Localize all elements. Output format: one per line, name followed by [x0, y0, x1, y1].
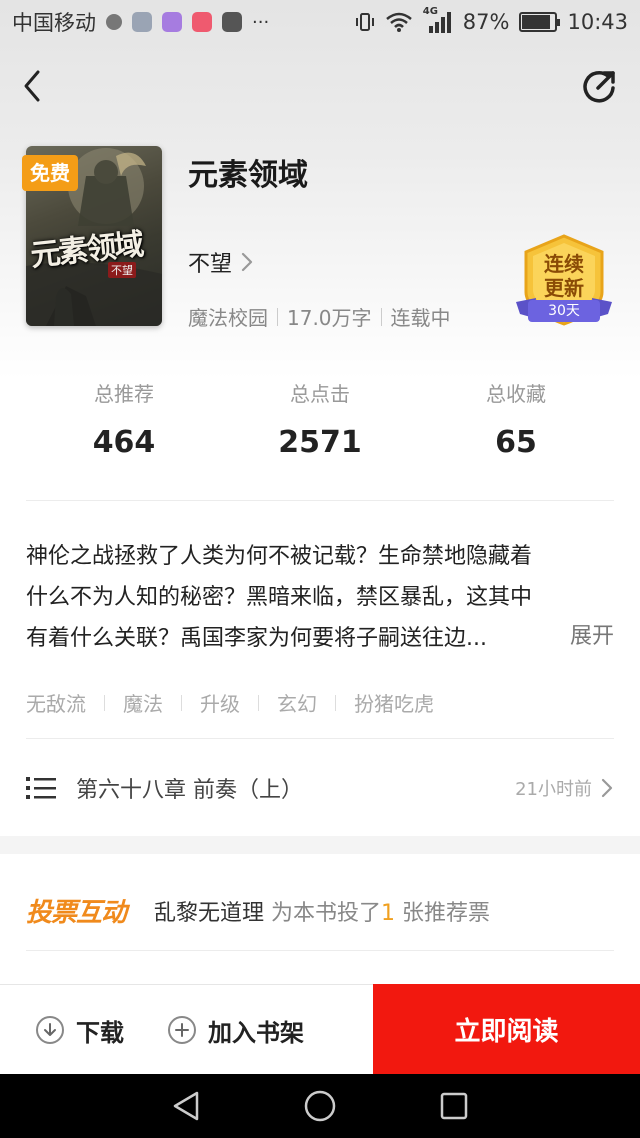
- serial-status: 连载中: [390, 306, 451, 330]
- read-now-button[interactable]: 立即阅读: [373, 984, 640, 1074]
- stats-row: 总推荐 464 总点击 2571 总收藏 65: [26, 378, 614, 460]
- stat-clicks: 总点击 2571: [222, 378, 418, 460]
- vote-logo: 投票互动: [26, 898, 127, 928]
- badge-days: 30天: [548, 303, 580, 319]
- stat-value: 464: [92, 425, 156, 460]
- free-badge: 免费: [22, 155, 78, 191]
- author-link[interactable]: 不望: [188, 246, 254, 278]
- nav-recents-icon[interactable]: [439, 1091, 469, 1121]
- expand-button[interactable]: 展开: [559, 618, 614, 650]
- section-divider: [26, 950, 614, 951]
- stat-value: 2571: [278, 425, 362, 460]
- chevron-left-icon: [24, 70, 40, 102]
- weibo-icon: [192, 12, 212, 32]
- battery-percent: 87%: [462, 10, 510, 34]
- chevron-right-icon: [241, 252, 253, 272]
- vote-interaction-row[interactable]: 投票互动 乱黎无道理 为本书投了1 张推荐票: [26, 892, 490, 929]
- back-button[interactable]: [18, 66, 50, 106]
- tag-item[interactable]: 无敌流: [26, 688, 86, 717]
- tag-divider: [181, 694, 182, 711]
- tag-item[interactable]: 玄幻: [277, 688, 317, 717]
- nav-home-icon[interactable]: [303, 1089, 337, 1123]
- notification-icon: [106, 14, 122, 30]
- synopsis-line: 神伦之战拯救了人类为何不被记载？生命禁地隐藏着: [26, 544, 533, 569]
- book-meta: 魔法校园 17.0万字 连载中: [188, 302, 451, 331]
- stat-label: 总收藏: [486, 382, 546, 406]
- nav-back-icon[interactable]: [171, 1090, 201, 1122]
- clock: 10:43: [567, 10, 628, 34]
- tag-divider: [335, 694, 336, 711]
- meta-divider: [277, 307, 278, 326]
- download-icon: [36, 1016, 64, 1044]
- stat-label: 总推荐: [94, 382, 154, 406]
- section-gap: [0, 836, 640, 854]
- vote-text-before: 为本书投了: [264, 900, 382, 926]
- author-name: 不望: [188, 252, 233, 277]
- vote-user: 乱黎无道理: [154, 900, 265, 926]
- chapter-title: 第六十八章 前奏（上）: [76, 778, 303, 803]
- download-button[interactable]: 下载: [36, 985, 124, 1075]
- status-left: 中国移动 ···: [12, 7, 269, 37]
- carrier-label: 中国移动: [12, 11, 96, 35]
- stat-value: 65: [495, 425, 537, 460]
- share-button[interactable]: [582, 68, 618, 104]
- tag-divider: [104, 694, 105, 711]
- share-icon: [583, 71, 615, 103]
- wifi-icon: [385, 12, 412, 32]
- battery-icon: [519, 12, 561, 32]
- tag-list: 无敌流 魔法 升级 玄幻 扮猪吃虎: [26, 688, 434, 717]
- tag-divider: [258, 694, 259, 711]
- synopsis[interactable]: 神伦之战拯救了人类为何不被记载？生命禁地隐藏着 什么不为人知的秘密？黑暗来临，禁…: [26, 536, 616, 659]
- more-notifications-icon: ···: [252, 11, 270, 33]
- word-count: 17.0万字: [287, 306, 372, 330]
- tag-item[interactable]: 魔法: [123, 688, 163, 717]
- keyboard-app-icon: [162, 12, 182, 32]
- status-bar: 中国移动 ··· 4G 87% 10:43: [0, 0, 640, 44]
- stat-recommend: 总推荐 464: [26, 378, 222, 460]
- category-label: 魔法校园: [188, 306, 268, 330]
- section-divider: [26, 738, 614, 739]
- vote-text-after: 张推荐票: [395, 900, 491, 926]
- tag-item[interactable]: 升级: [200, 688, 240, 717]
- synopsis-line: 什么不为人知的秘密？黑暗来临，禁区暴乱，这其中: [26, 585, 533, 610]
- signal-icon: 4G: [423, 6, 453, 34]
- chevron-right-icon: [601, 778, 613, 798]
- plus-icon: [168, 1016, 196, 1044]
- tag-item[interactable]: 扮猪吃虎: [354, 688, 434, 717]
- badge-line2: 更新: [544, 276, 584, 300]
- add-to-shelf-button[interactable]: 加入书架: [168, 985, 304, 1075]
- latest-chapter-row[interactable]: 第六十八章 前奏（上） 21小时前: [26, 766, 614, 810]
- badge-line1: 连续: [544, 252, 584, 276]
- gallery-icon: [222, 12, 242, 32]
- continuous-update-badge: 连续 更新 30天: [514, 234, 614, 330]
- vibrate-icon: [355, 13, 374, 31]
- book-title: 元素领域: [188, 158, 308, 193]
- cover-author: 不望: [108, 262, 136, 278]
- download-label: 下载: [76, 1018, 124, 1047]
- stat-favorites: 总收藏 65: [418, 378, 614, 460]
- status-right: 4G 87% 10:43: [355, 6, 628, 34]
- stat-label: 总点击: [290, 382, 350, 406]
- app-thumbnail-icon: [132, 12, 152, 32]
- section-divider: [26, 500, 614, 501]
- meta-divider: [380, 307, 382, 326]
- system-nav-bar: [0, 1074, 640, 1138]
- vote-message: 乱黎无道理 为本书投了1 张推荐票: [154, 895, 490, 927]
- vote-count: 1: [381, 900, 396, 926]
- chapter-list-icon: [26, 777, 56, 799]
- chapter-update-time: 21小时前: [515, 779, 592, 800]
- synopsis-line: 有着什么关联？禹国李家为何要将子嗣送往边...: [26, 626, 487, 651]
- add-shelf-label: 加入书架: [208, 1018, 304, 1047]
